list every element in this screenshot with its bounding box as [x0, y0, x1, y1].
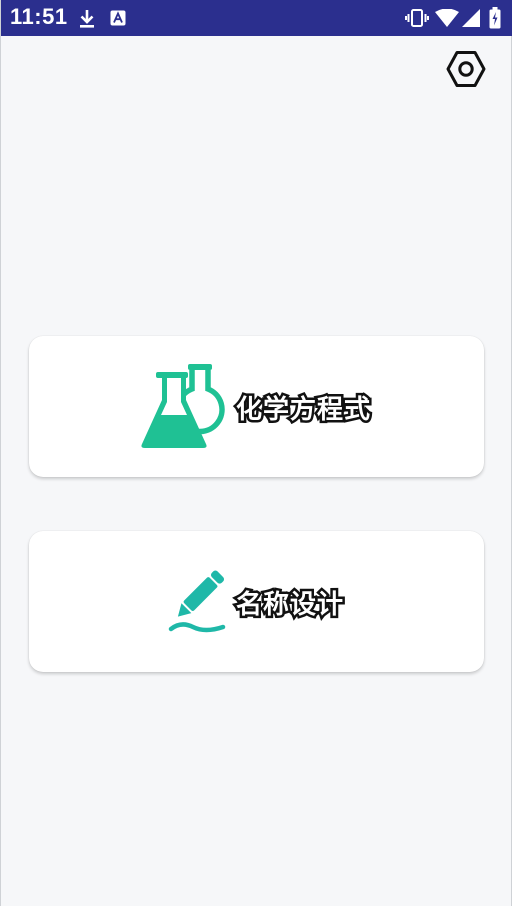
download-icon: [78, 9, 96, 29]
status-time: 11:51: [10, 4, 68, 29]
pen-icon: [165, 569, 229, 639]
settings-hex-icon: [446, 50, 486, 92]
name-design-label: 名称设计: [233, 588, 345, 623]
name-design-card[interactable]: 名称设计: [29, 531, 484, 672]
vibrate-icon: [405, 8, 429, 28]
chemical-equation-card[interactable]: 化学方程式: [29, 336, 484, 477]
app-screen: 11:51 化学方程式 名称设计: [0, 0, 512, 906]
a-notification-icon: [110, 10, 126, 26]
battery-icon: [489, 7, 501, 29]
settings-button[interactable]: [444, 50, 488, 92]
wifi-icon: [435, 9, 459, 27]
flask-icon: [139, 362, 227, 454]
chemical-equation-label: 化学方程式: [233, 393, 372, 428]
signal-icon: [462, 9, 480, 27]
status-bar: 11:51: [1, 0, 512, 36]
